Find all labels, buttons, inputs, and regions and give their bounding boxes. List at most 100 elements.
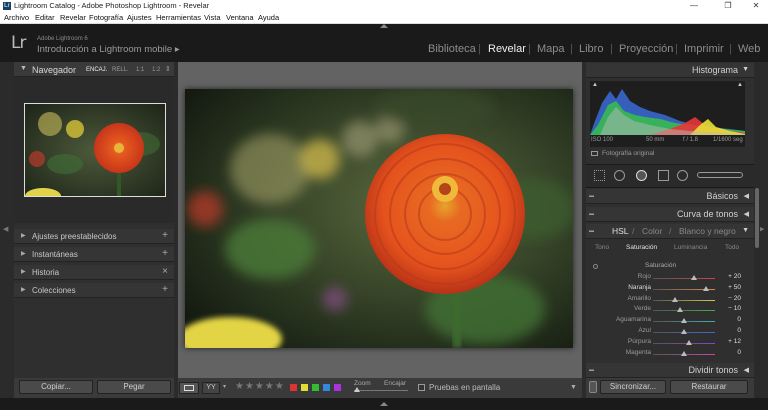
subtab-luminancia[interactable]: Luminancia [674,244,707,251]
expand-filmstrip-icon[interactable] [380,402,388,406]
slider-row-magenta[interactable]: Magenta 0 [590,349,745,359]
slider-value[interactable]: + 50 [721,284,741,291]
color-label-purple[interactable] [334,384,341,391]
navigator-header[interactable]: ▼ Navegador ENCAJ. RELL. 1:1 1:2 ⇕ [14,62,174,77]
original-photo-icon[interactable] [591,151,598,156]
slider-value[interactable]: + 20 [721,273,741,280]
module-web[interactable]: Web [738,43,760,55]
highlight-clip-icon[interactable]: ▲ [737,82,743,88]
subtab-saturacion[interactable]: Saturación [626,244,657,251]
slider-value[interactable]: − 20 [721,295,741,302]
zoom-slider[interactable] [354,387,408,392]
slider-row-aguamarina[interactable]: Aguamarina 0 [590,316,745,326]
zoom-fit[interactable]: ENCAJ. [86,67,107,73]
split-toning-panel-header[interactable]: ▬ Dividir tonos ◀ [586,363,754,378]
module-mapa[interactable]: Mapa [537,43,565,55]
tab-color[interactable]: Color [642,226,662,236]
menu-editar[interactable]: Editar [35,13,55,22]
slider-knob[interactable] [690,275,697,280]
radial-filter-icon[interactable] [677,170,688,181]
panel-toggle-icon[interactable]: ▬ [589,367,594,373]
slider-track[interactable] [653,310,715,312]
color-label-blue[interactable] [323,384,330,391]
crop-tool-icon[interactable] [594,170,605,181]
histogram-header[interactable]: Histograma ▼ [586,63,754,78]
slider-track[interactable] [653,278,715,279]
adjustment-brush-icon[interactable] [697,172,743,178]
menu-revelar[interactable]: Revelar [60,13,86,22]
paste-settings-button[interactable]: Pegar [97,380,171,394]
slider-row-naranja[interactable]: Naranja + 50 [590,284,745,294]
slider-knob[interactable] [676,307,683,313]
red-eye-icon[interactable] [636,170,647,181]
menu-vista[interactable]: Vista [204,13,221,22]
module-libro[interactable]: Libro [579,43,603,55]
menu-ventana[interactable]: Ventana [226,13,254,22]
right-panel-scrollbar[interactable] [754,62,760,378]
main-photo[interactable] [185,89,573,348]
maximize-icon[interactable]: ❐ [716,0,740,12]
tab-hsl[interactable]: HSL [612,226,629,236]
tab-black-white[interactable]: Blanco y negro [679,226,736,236]
slider-value[interactable]: 0 [721,349,741,356]
add-snapshot-icon[interactable]: + [162,248,168,259]
module-proyeccion[interactable]: Proyección [619,43,673,55]
soft-proof-checkbox[interactable] [418,384,425,391]
basic-panel-header[interactable]: ▬ Básicos ◀ [586,189,754,204]
slider-track[interactable] [653,342,715,344]
close-icon[interactable]: ✕ [744,0,768,12]
presets-panel-header[interactable]: ▶ Ajustes preestablecidos + [14,229,174,244]
scrollbar-thumb[interactable] [755,188,759,248]
before-after-icon[interactable]: YY [202,382,220,394]
snapshots-panel-header[interactable]: ▶ Instantáneas + [14,247,174,262]
module-revelar[interactable]: Revelar [488,43,526,55]
add-collection-icon[interactable]: + [162,284,168,295]
slider-row-azul[interactable]: Azul 0 [590,327,745,337]
panel-toggle-icon[interactable]: ▬ [589,228,594,234]
hsl-panel-header[interactable]: ▬ HSL / Color / Blanco y negro ▼ [586,224,754,239]
minimize-icon[interactable]: — [682,0,706,12]
shadow-clip-icon[interactable]: ▲ [592,82,598,88]
subtab-todo[interactable]: Todo [725,244,739,251]
slider-row-verde[interactable]: Verde − 10 [590,305,745,315]
add-preset-icon[interactable]: + [162,230,168,241]
slider-knob[interactable] [681,318,687,324]
module-imprimir[interactable]: Imprimir [684,43,724,55]
mobile-intro-link[interactable]: Introducción a Lightroom mobile ▸ [37,44,180,55]
slider-knob[interactable] [702,285,709,291]
slider-track[interactable] [653,299,715,301]
slider-value[interactable]: + 12 [721,338,741,345]
slider-knob[interactable] [672,296,679,302]
auto-sync-switch[interactable] [589,381,597,393]
zoom-1-1[interactable]: 1:1 [136,67,144,73]
copy-settings-button[interactable]: Copiar... [19,380,93,394]
slider-row-rojo[interactable]: Rojo + 20 [590,273,745,283]
slider-knob[interactable] [681,329,687,334]
color-label-green[interactable] [312,384,319,391]
zoom-1-2[interactable]: 1:2 [152,67,160,73]
collections-panel-header[interactable]: ▶ Colecciones + [14,283,174,298]
graduated-filter-icon[interactable] [658,170,669,181]
slider-knob[interactable] [681,350,687,356]
menu-herramientas[interactable]: Herramientas [156,13,201,22]
toolbar-options-icon[interactable]: ▼ [570,384,577,391]
subtab-tono[interactable]: Tono [595,244,609,251]
collapse-top-icon[interactable] [380,24,388,28]
collapse-left-icon[interactable]: ◀ [3,225,8,233]
menu-archivo[interactable]: Archivo [4,13,29,22]
zoom-more-icon[interactable]: ⇕ [165,65,171,73]
menu-ayuda[interactable]: Ayuda [258,13,279,22]
slider-knob[interactable] [685,339,692,345]
slider-row-amarillo[interactable]: Amarillo − 20 [590,295,745,305]
zoom-fill[interactable]: RELL. [112,67,129,73]
zoom-slider-knob[interactable] [354,387,360,392]
loupe-view-icon[interactable] [179,382,199,394]
color-label-yellow[interactable] [301,384,308,391]
sync-button[interactable]: Sincronizar... [600,380,666,394]
history-panel-header[interactable]: ▶ Historia × [14,265,174,280]
slider-value[interactable]: − 10 [721,305,741,312]
slider-value[interactable]: 0 [721,327,741,334]
menu-fotografia[interactable]: Fotografía [89,13,123,22]
slider-row-púrpura[interactable]: Púrpura + 12 [590,338,745,348]
reset-button[interactable]: Restaurar [670,380,748,394]
